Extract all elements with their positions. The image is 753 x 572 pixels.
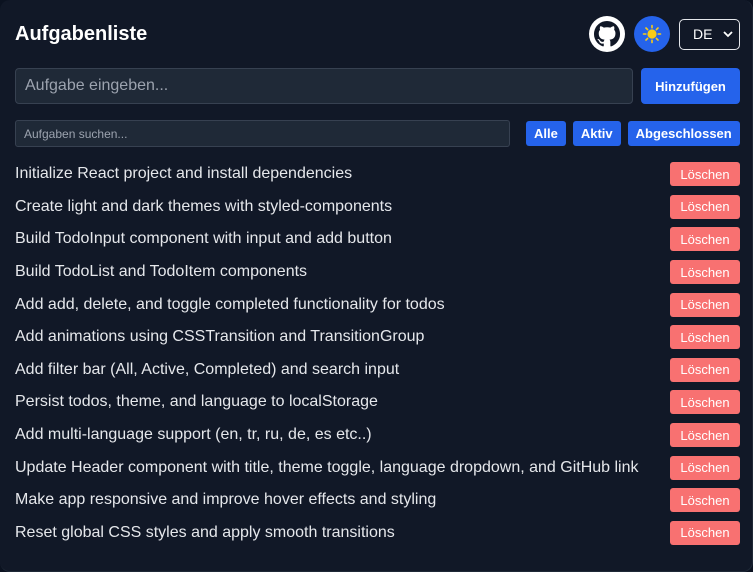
todo-text[interactable]: Build TodoInput component with input and… [15,230,392,248]
todo-list: Initialize React project and install dep… [15,158,740,549]
delete-button[interactable]: Löschen [670,194,740,219]
todo-item[interactable]: Add animations using CSSTransition and T… [15,321,740,354]
filter-completed-button[interactable]: Abgeschlossen [627,121,740,146]
todo-item[interactable]: Persist todos, theme, and language to lo… [15,386,740,419]
add-todo-row: Hinzufügen [15,68,740,104]
todo-item[interactable]: Add filter bar (All, Active, Completed) … [15,354,740,387]
filter-bar: Alle Aktiv Abgeschlossen [15,120,740,147]
todo-text[interactable]: Make app responsive and improve hover ef… [15,491,436,509]
delete-button[interactable]: Löschen [670,162,740,187]
chevron-down-icon [723,31,733,38]
language-value: DE [693,26,713,42]
todo-text[interactable]: Add filter bar (All, Active, Completed) … [15,361,399,379]
todo-text[interactable]: Add animations using CSSTransition and T… [15,328,424,346]
delete-button[interactable]: Löschen [670,488,740,513]
delete-button[interactable]: Löschen [670,423,740,448]
todo-text[interactable]: Create light and dark themes with styled… [15,198,392,216]
todo-text[interactable]: Persist todos, theme, and language to lo… [15,393,378,411]
language-select[interactable]: DE [679,18,740,50]
filter-buttons: Alle Aktiv Abgeschlossen [526,121,740,146]
todo-item[interactable]: Add add, delete, and toggle completed fu… [15,288,740,321]
todo-text[interactable]: Initialize React project and install dep… [15,165,352,183]
todo-text[interactable]: Build TodoList and TodoItem components [15,263,307,281]
todo-item[interactable]: Make app responsive and improve hover ef… [15,484,740,517]
delete-button[interactable]: Löschen [670,455,740,480]
todo-app: Aufgabenliste DE Aufgabe eingeben... Hin… [0,0,753,572]
search-input[interactable] [15,120,510,147]
todo-item[interactable]: Initialize React project and install dep… [15,158,740,191]
todo-item[interactable]: Update Header component with title, them… [15,451,740,484]
filter-all-button[interactable]: Alle [526,121,566,146]
delete-button[interactable]: Löschen [670,357,740,382]
todo-item[interactable]: Build TodoInput component with input and… [15,223,740,256]
todo-item[interactable]: Add multi-language support (en, tr, ru, … [15,419,740,452]
sun-icon [642,24,662,44]
delete-button[interactable]: Löschen [670,390,740,415]
github-link[interactable] [589,16,625,52]
add-button[interactable]: Hinzufügen [641,68,740,104]
filter-active-button[interactable]: Aktiv [572,121,621,146]
github-icon [589,16,625,52]
todo-text[interactable]: Update Header component with title, them… [15,459,639,477]
todo-item[interactable]: Build TodoList and TodoItem components L… [15,256,740,289]
header: Aufgabenliste DE [15,14,740,54]
header-controls: DE [589,16,740,52]
theme-toggle-button[interactable] [634,16,670,52]
delete-button[interactable]: Löschen [670,520,740,545]
todo-text[interactable]: Add multi-language support (en, tr, ru, … [15,426,372,444]
todo-item[interactable]: Reset global CSS styles and apply smooth… [15,517,740,550]
delete-button[interactable]: Löschen [670,260,740,285]
delete-button[interactable]: Löschen [670,325,740,350]
todo-input[interactable] [15,68,633,104]
page-title: Aufgabenliste [15,22,148,45]
todo-item[interactable]: Create light and dark themes with styled… [15,191,740,224]
todo-text[interactable]: Add add, delete, and toggle completed fu… [15,296,445,314]
todo-text[interactable]: Reset global CSS styles and apply smooth… [15,524,395,542]
delete-button[interactable]: Löschen [670,227,740,252]
delete-button[interactable]: Löschen [670,292,740,317]
